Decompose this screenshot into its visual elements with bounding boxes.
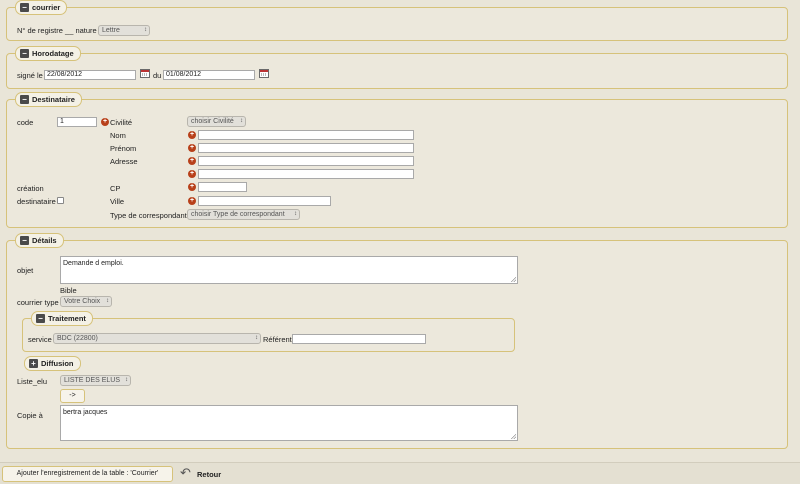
traitement-legend-label: Traitement	[48, 314, 86, 323]
horodatage-legend[interactable]: − Horodatage	[15, 46, 81, 61]
nom-label: Nom	[110, 131, 126, 140]
diffusion-legend-label: Diffusion	[41, 359, 74, 368]
type-correspondant-select[interactable]: choisir Type de correspondant	[187, 209, 300, 220]
courrier-type-label: courrier type	[17, 298, 59, 307]
destinataire-checkbox[interactable]	[57, 197, 64, 204]
collapse-icon[interactable]: −	[20, 49, 29, 58]
collapse-icon[interactable]: −	[36, 314, 45, 323]
referent-input[interactable]	[292, 334, 426, 344]
signe-label: signé le	[17, 71, 43, 80]
nom-input[interactable]	[198, 130, 414, 140]
du-label: du	[153, 71, 162, 80]
du-date-input[interactable]: 01/08/2012	[163, 70, 255, 80]
destinataire-check-label: destinataire	[17, 197, 56, 206]
add-prenom-icon[interactable]: +	[188, 144, 196, 152]
add-to-copie-button[interactable]: ->	[60, 389, 85, 403]
calendar-icon[interactable]	[259, 69, 269, 78]
cp-input[interactable]	[198, 182, 247, 192]
code-input[interactable]: 1	[57, 117, 97, 127]
liste-elu-select[interactable]: LISTE DES ELUS	[60, 375, 131, 386]
ville-input[interactable]	[198, 196, 331, 206]
destinataire-fieldset: − Destinataire code 1 + Civilité choisir…	[6, 92, 788, 228]
prenom-label: Prénom	[110, 144, 137, 153]
destinataire-legend-label: Destinataire	[32, 95, 75, 104]
objet-label: objet	[17, 266, 34, 275]
copie-label: Copie à	[17, 411, 43, 420]
collapse-icon[interactable]: −	[20, 236, 29, 245]
service-select[interactable]: BDC (22800)	[53, 333, 261, 344]
civilite-label: Civilité	[110, 118, 133, 127]
collapse-icon[interactable]: −	[20, 3, 29, 12]
footer-bar: Ajouter l'enregistrement de la table : '…	[0, 462, 800, 484]
signe-date-input[interactable]: 22/08/2012	[44, 70, 136, 80]
courrier-type-select[interactable]: Votre Choix	[60, 296, 112, 307]
liste-elu-label: Liste_elu	[17, 377, 48, 386]
add-cp-icon[interactable]: +	[188, 183, 196, 191]
adresse-input-1[interactable]	[198, 156, 414, 166]
code-label: code	[17, 118, 34, 127]
add-record-button[interactable]: Ajouter l'enregistrement de la table : '…	[2, 466, 173, 482]
add-nom-icon[interactable]: +	[188, 131, 196, 139]
retour-link[interactable]: Retour	[197, 470, 221, 479]
add-adresse2-icon[interactable]: +	[188, 170, 196, 178]
collapse-icon[interactable]: −	[20, 95, 29, 104]
type-correspondant-label: Type de correspondant	[110, 211, 187, 220]
details-fieldset: − Détails objet Demande d emploi. Bible …	[6, 233, 788, 449]
ville-label: Ville	[110, 197, 125, 206]
referent-label: Référent	[263, 335, 292, 344]
civilite-select[interactable]: choisir Civilité	[187, 116, 246, 127]
horodatage-legend-label: Horodatage	[32, 49, 74, 58]
expand-icon[interactable]: +	[29, 359, 38, 368]
traitement-legend[interactable]: − Traitement	[31, 311, 93, 326]
objet-textarea[interactable]: Demande d emploi.	[60, 256, 518, 284]
diffusion-legend[interactable]: + Diffusion	[24, 356, 81, 371]
courrier-legend-label: courrier	[32, 3, 61, 12]
destinataire-legend[interactable]: − Destinataire	[15, 92, 82, 107]
horodatage-fieldset: − Horodatage signé le 22/08/2012 du 01/0…	[6, 46, 788, 89]
registre-label: N° de registre __ nature	[17, 26, 97, 35]
add-adresse-icon[interactable]: +	[188, 157, 196, 165]
adresse-label: Adresse	[110, 157, 138, 166]
traitement-fieldset: − Traitement service BDC (22800) Référen…	[22, 311, 515, 352]
add-code-icon[interactable]: +	[101, 118, 109, 126]
service-label: service	[28, 335, 52, 344]
cp-label: CP	[110, 184, 121, 193]
bible-label[interactable]: Bible	[60, 286, 77, 295]
back-arrow-icon[interactable]: ↶	[180, 466, 191, 480]
add-ville-icon[interactable]: +	[188, 197, 196, 205]
courrier-fieldset: − courrier N° de registre __ nature Lett…	[6, 0, 788, 41]
details-legend-label: Détails	[32, 236, 57, 245]
creation-label: création	[17, 184, 44, 193]
details-legend[interactable]: − Détails	[15, 233, 64, 248]
calendar-icon[interactable]	[140, 69, 150, 78]
prenom-input[interactable]	[198, 143, 414, 153]
adresse-input-2[interactable]	[198, 169, 414, 179]
copie-textarea[interactable]: bertra jacques	[60, 405, 518, 441]
courrier-legend[interactable]: − courrier	[15, 0, 68, 15]
nature-select[interactable]: Lettre	[98, 25, 150, 36]
